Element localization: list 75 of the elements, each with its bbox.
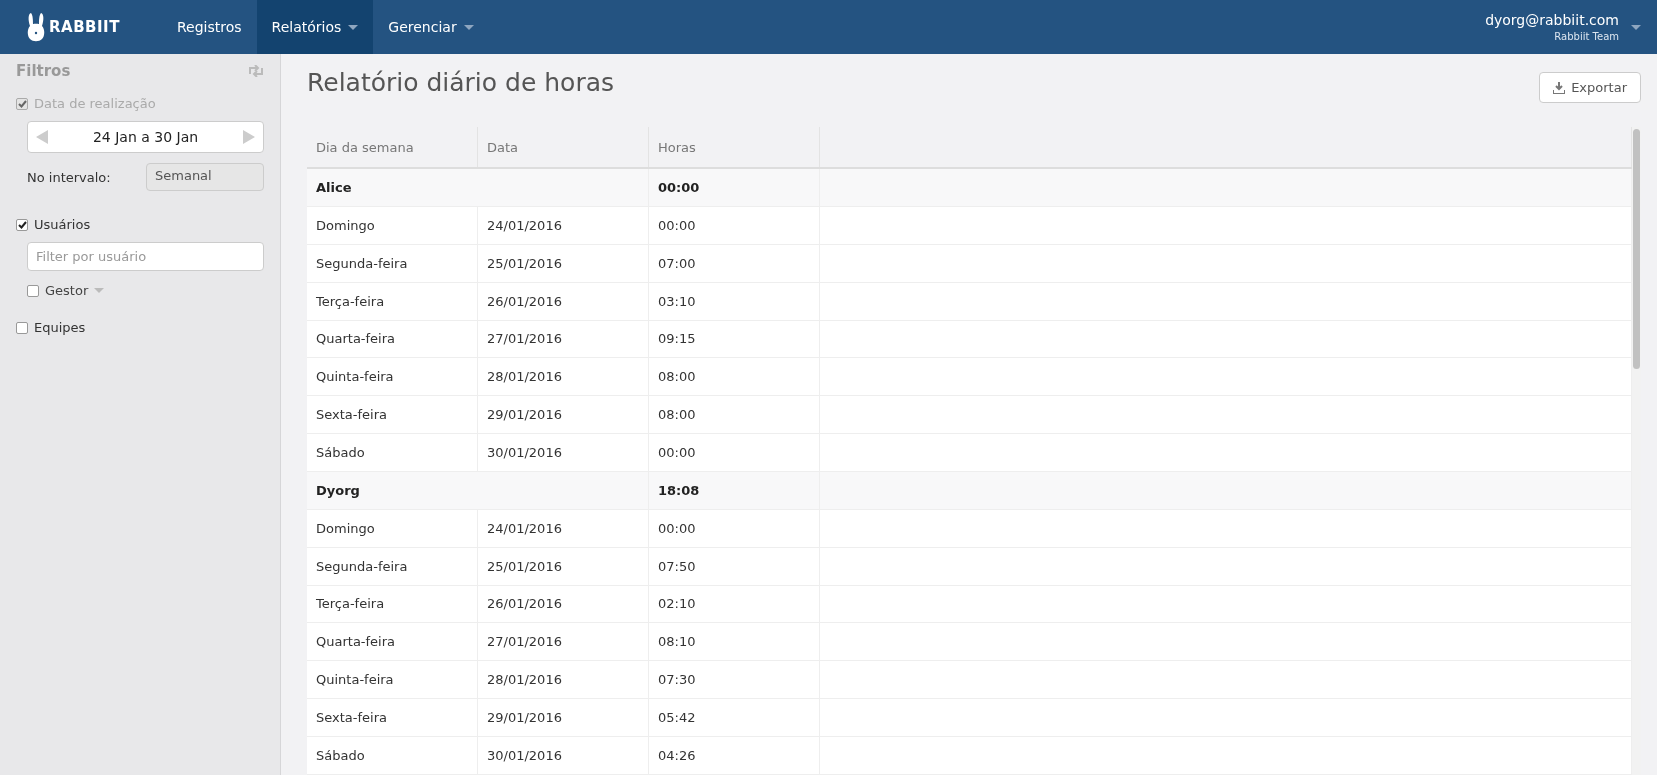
- table-cell: 30/01/2016: [477, 433, 649, 472]
- table-cell: 28/01/2016: [477, 357, 649, 396]
- table-cell: Quarta-feira: [307, 622, 478, 661]
- column-header[interactable]: Dia da semana: [307, 127, 478, 168]
- scrollbar-thumb[interactable]: [1633, 129, 1640, 369]
- table-cell: Terça-feira: [307, 282, 478, 320]
- table-cell: 27/01/2016: [477, 622, 649, 661]
- checkbox[interactable]: [16, 218, 28, 231]
- checkbox-label: Data de realização: [34, 96, 156, 111]
- table-cell: 29/01/2016: [477, 698, 649, 737]
- table-cell: Sexta-feira: [307, 698, 478, 737]
- reset-filters-icon[interactable]: [248, 65, 264, 77]
- table-cell: 08:00: [648, 357, 820, 396]
- table-cell: Quinta-feira: [307, 660, 478, 699]
- previous-arrow-icon[interactable]: [36, 130, 48, 144]
- table-cell: Domingo: [307, 509, 478, 548]
- column-header[interactable]: Horas: [648, 127, 820, 168]
- user-name-cell: Alice: [307, 168, 649, 207]
- nav-tab[interactable]: Gerenciar: [373, 0, 489, 54]
- table-cell: 24/01/2016: [477, 509, 649, 548]
- column-header[interactable]: Data: [477, 127, 649, 168]
- total-hours-cell: 00:00: [648, 168, 820, 207]
- table-cell: 07:00: [648, 244, 820, 283]
- checkbox-label: Equipes: [34, 320, 86, 335]
- table-cell: 04:26: [648, 736, 820, 775]
- checkbox[interactable]: [16, 321, 28, 334]
- table-cell: 07:30: [648, 660, 820, 699]
- nav-tab[interactable]: Relatórios: [256, 0, 374, 54]
- table-cell: 00:00: [648, 433, 820, 472]
- table-cell: Quinta-feira: [307, 357, 478, 396]
- table-cell: Sábado: [307, 433, 478, 472]
- caret-icon: [94, 288, 105, 293]
- table-cell: 26/01/2016: [477, 585, 649, 623]
- download-icon: [1553, 81, 1566, 94]
- table-cell: 07:50: [648, 547, 820, 585]
- filters-title: Filtros: [16, 62, 71, 80]
- table-cell: Quarta-feira: [307, 320, 478, 358]
- table-cell: 00:00: [648, 509, 820, 548]
- interval-label: No intervalo:: [27, 169, 111, 185]
- checkbox-label: Gestor: [45, 283, 89, 298]
- table-cell: 29/01/2016: [477, 395, 649, 434]
- next-arrow-icon[interactable]: [243, 130, 255, 144]
- table-cell: 25/01/2016: [477, 244, 649, 283]
- user-filter-field[interactable]: Filter por usuário: [27, 242, 264, 271]
- brand-name: RABBIIT: [49, 18, 120, 36]
- table-cell: 02:10: [648, 585, 820, 623]
- user-email[interactable]: dyorg@rabbiit.com: [1485, 12, 1619, 28]
- table-cell: Segunda-feira: [307, 547, 478, 585]
- export-button[interactable]: Exportar: [1539, 72, 1641, 103]
- table-cell: 24/01/2016: [477, 206, 649, 245]
- nav-tab[interactable]: Registros: [162, 0, 257, 54]
- user-menu-caret-icon: [1631, 24, 1641, 30]
- table-cell: 08:10: [648, 622, 820, 661]
- table-cell: 28/01/2016: [477, 660, 649, 699]
- checkbox-label: Usuários: [34, 217, 91, 232]
- user-name-cell: Dyorg: [307, 471, 649, 510]
- table-cell: 08:00: [648, 395, 820, 434]
- page-title: Relatório diário de horas: [307, 68, 615, 97]
- table-cell: 25/01/2016: [477, 547, 649, 585]
- table-cell: Sexta-feira: [307, 395, 478, 434]
- table-cell: Segunda-feira: [307, 244, 478, 283]
- rabbit-logo-icon: [26, 12, 46, 42]
- table-cell: 05:42: [648, 698, 820, 737]
- table-cell: 03:10: [648, 282, 820, 320]
- table-cell: 09:15: [648, 320, 820, 358]
- table-cell: 27/01/2016: [477, 320, 649, 358]
- table-cell: Sábado: [307, 736, 478, 775]
- team-name: Rabbiit Team: [1554, 31, 1619, 42]
- table-cell: 00:00: [648, 206, 820, 245]
- table-cell: Terça-feira: [307, 585, 478, 623]
- total-hours-cell: 18:08: [648, 471, 820, 510]
- checkbox[interactable]: [27, 284, 39, 297]
- table-cell: Domingo: [307, 206, 478, 245]
- table-cell: 30/01/2016: [477, 736, 649, 775]
- table-cell: 26/01/2016: [477, 282, 649, 320]
